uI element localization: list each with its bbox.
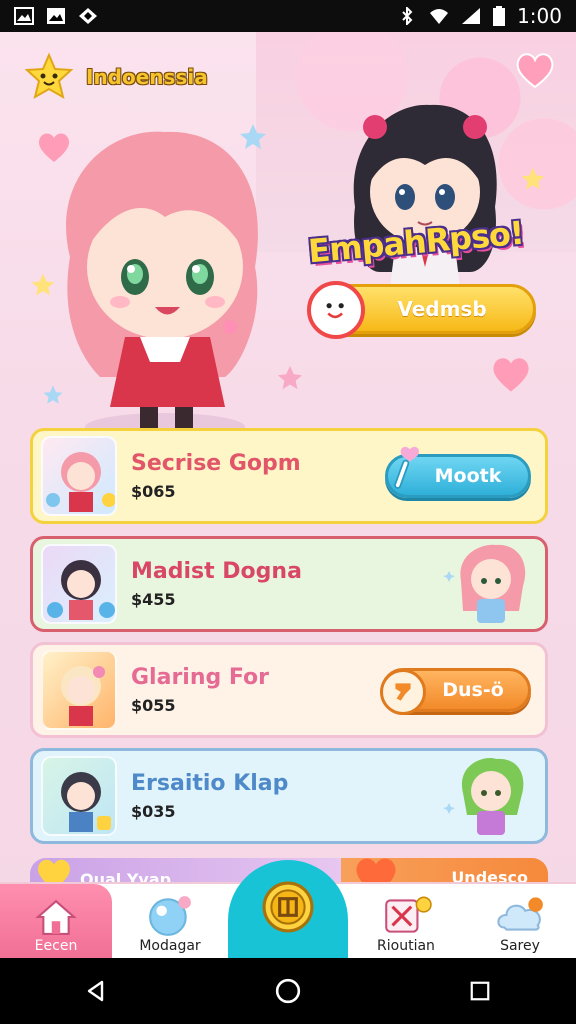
list-item[interactable]: Madist Dogna $455 xyxy=(30,536,548,632)
system-navigation-bar xyxy=(0,958,576,1024)
tab-home[interactable]: Eecen xyxy=(0,884,112,960)
coin-icon xyxy=(262,881,314,933)
item-thumbnail xyxy=(41,436,117,516)
item-price: $455 xyxy=(131,590,176,609)
second-character-illustration xyxy=(353,104,497,287)
tab-weather[interactable]: Sarey xyxy=(464,884,576,960)
status-bar: 1:00 xyxy=(0,0,576,32)
item-name: Glaring For xyxy=(131,665,270,690)
item-action-button[interactable]: Dus-ö xyxy=(380,668,531,715)
item-action-button[interactable]: Mootk xyxy=(385,446,531,498)
sync-icon xyxy=(79,8,97,24)
cta-label: Vedmsb xyxy=(397,297,487,321)
tab-label: Sarey xyxy=(500,938,540,954)
battery-icon xyxy=(493,6,506,26)
item-thumbnail xyxy=(41,756,117,836)
item-thumbnail xyxy=(41,544,117,624)
heart-icon[interactable] xyxy=(514,50,556,90)
star-deco-icon xyxy=(277,365,303,390)
item-chibi-illustration xyxy=(443,758,524,835)
image-icon xyxy=(47,8,65,24)
item-name: Ersaitio Klap xyxy=(131,771,289,796)
main-character-illustration xyxy=(66,131,258,441)
signal-icon xyxy=(462,8,481,24)
cloud-icon xyxy=(497,897,543,931)
heart-deco-icon xyxy=(493,358,529,392)
item-action-label: Dus-ö xyxy=(442,679,504,701)
back-icon xyxy=(87,980,104,1002)
list-item[interactable]: Secrise Gopm $065 Mootk xyxy=(30,428,548,524)
tools-icon xyxy=(385,896,432,933)
smiley-icon xyxy=(307,281,365,339)
cta-button[interactable]: Vedmsb xyxy=(307,281,536,339)
recents-icon xyxy=(470,981,490,1001)
home-icon xyxy=(35,899,77,935)
wand-icon xyxy=(394,446,419,489)
list-item[interactable]: Ersaitio Klap $035 xyxy=(30,748,548,844)
item-name: Secrise Gopm xyxy=(131,451,301,476)
star-mascot-icon xyxy=(24,52,74,100)
item-thumbnail xyxy=(41,650,117,730)
item-chibi-illustration xyxy=(443,544,526,623)
star-deco-icon xyxy=(521,167,545,190)
item-price: $065 xyxy=(131,482,176,501)
recents-button[interactable] xyxy=(450,961,510,1021)
tab-label: Eecen xyxy=(34,938,78,954)
gallery-icon xyxy=(14,7,34,25)
status-bar-right: 1:00 xyxy=(397,4,562,28)
bubble-icon xyxy=(149,896,191,936)
item-name: Madist Dogna xyxy=(131,559,302,584)
item-price: $055 xyxy=(131,696,176,715)
wifi-icon xyxy=(430,9,449,24)
app-screen: Indoenssia EmpahRpso! Vedmsb Secrise Gop… xyxy=(0,32,576,958)
bluetooth-icon xyxy=(402,7,413,25)
status-bar-left xyxy=(14,7,98,25)
brand[interactable]: Indoenssia xyxy=(22,52,208,102)
home-circle-icon xyxy=(275,978,301,1004)
status-time: 1:00 xyxy=(517,4,562,28)
tab-label: Modagar xyxy=(139,938,201,954)
home-button[interactable] xyxy=(258,961,318,1021)
back-button[interactable] xyxy=(66,961,126,1021)
list-item[interactable]: Glaring For $055 Dus-ö xyxy=(30,642,548,738)
item-action-label: Mootk xyxy=(434,465,502,487)
ticket-icon xyxy=(380,669,426,715)
brand-title: Indoenssia xyxy=(86,65,208,89)
bottom-tab-bar: Eecen Modagar Rioutian Sarey xyxy=(0,860,576,960)
tab-label: Rioutian xyxy=(377,938,435,954)
tab-messages[interactable]: Modagar xyxy=(112,884,228,960)
tab-tools[interactable]: Rioutian xyxy=(348,884,464,960)
item-price: $035 xyxy=(131,802,176,821)
